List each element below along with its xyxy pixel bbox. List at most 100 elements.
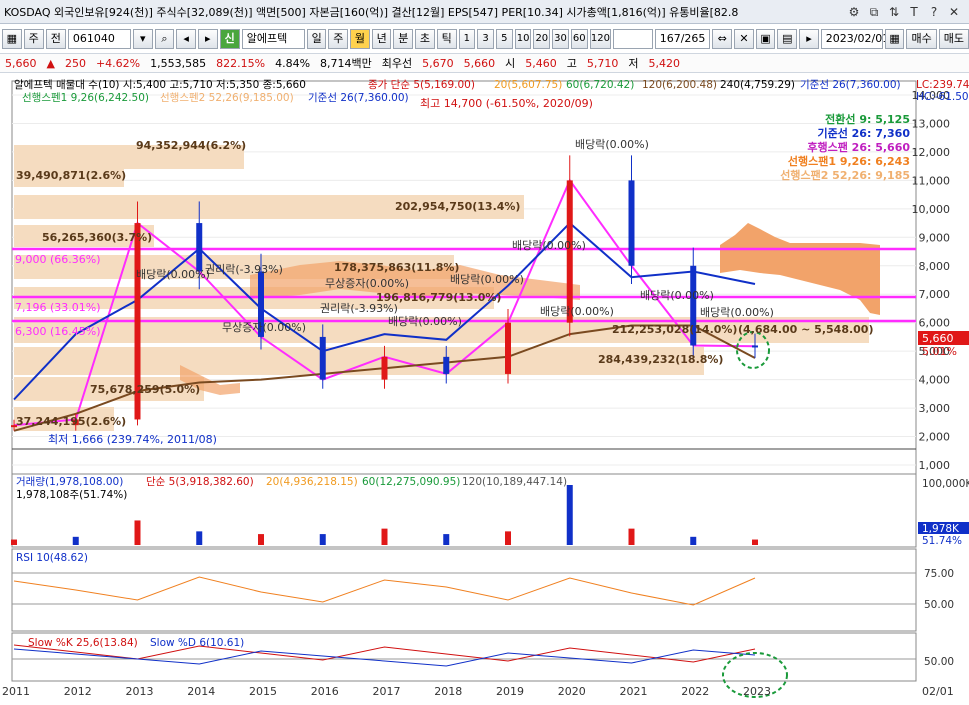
- div-label-5: 배당락(0.00%): [640, 289, 714, 302]
- price-axis-label: 13,000: [912, 117, 951, 130]
- stoch-legend-d: Slow %D 6(10.61): [150, 637, 244, 649]
- legend-lead1: 선행스펜1 9,26(6,242.50): [22, 92, 149, 104]
- volume-bar: [628, 528, 635, 545]
- vp-label-4: 56,265,360(3.7%): [42, 231, 152, 244]
- interval-120[interactable]: 120: [589, 29, 612, 49]
- close-icon[interactable]: ✕: [945, 3, 963, 21]
- volume-legend-ma120: 120(10,189,447.14): [462, 476, 567, 488]
- candle-body: [196, 223, 203, 272]
- div-label-6: 배당락(0.00%): [700, 306, 774, 319]
- market-select[interactable]: 주: [23, 29, 44, 49]
- rights-label-1: 권리락(-3.93%): [205, 263, 283, 276]
- chart-area[interactable]: 14,000 13,000 12,000 11,000 10,000 9,000 8,000…: [0, 75, 969, 705]
- tab-month[interactable]: 월: [350, 29, 370, 49]
- tab-year[interactable]: 년: [371, 29, 392, 49]
- volume-bar: [505, 531, 511, 545]
- fit-icon[interactable]: ⇔: [712, 29, 733, 49]
- div-label-1: 배당락(0.00%): [575, 138, 649, 151]
- copy-icon[interactable]: ⧉: [865, 3, 883, 21]
- rsi-axis-75: 75.00: [924, 568, 954, 580]
- lock-icon[interactable]: ▣: [755, 29, 776, 49]
- best-ask: 5,670: [422, 56, 454, 70]
- x-axis-label: 2022: [681, 685, 709, 698]
- vp-label-8: 284,439,232(18.8%): [598, 353, 723, 366]
- low-price: 5,420: [648, 56, 681, 70]
- bonus-label-1: 무상증자(0.00%): [325, 277, 409, 290]
- volume-legend-main: 거래량(1,978,108.00): [16, 476, 123, 488]
- stock-chart[interactable]: 14,00013,00012,00011,00010,0009,0008,000…: [0, 75, 969, 705]
- interval-60[interactable]: 60: [570, 29, 588, 49]
- rsi-axis-50: 50.00: [924, 599, 954, 611]
- volume-bar: [196, 531, 203, 545]
- stock-info-text: KOSDAQ 외국인보유[924(천)] 주식수[32,089(천)] 액면[5…: [4, 5, 739, 19]
- buy-button[interactable]: 매수: [906, 29, 937, 49]
- cross-icon[interactable]: ✕: [734, 29, 754, 49]
- settings-icon[interactable]: ⚙: [845, 3, 863, 21]
- rights-label-2: 권리락(-3.93%): [320, 302, 398, 315]
- volume-legend-ma5: 단순 5(3,918,382.60): [146, 476, 254, 488]
- interval-30[interactable]: 30: [552, 29, 569, 49]
- dropdown-icon[interactable]: ▾: [132, 29, 153, 49]
- change-rate: +4.62%: [95, 56, 141, 70]
- interval-3[interactable]: 3: [477, 29, 494, 49]
- x-axis-label: 2015: [249, 685, 277, 698]
- x-axis-label: 2011: [2, 685, 30, 698]
- volume-legend-ma60: 60(12,275,090.95): [362, 476, 460, 488]
- sell-button[interactable]: 매도: [938, 29, 969, 49]
- interval-10[interactable]: 10: [514, 29, 532, 49]
- lead-span2-label: 선행스팬2 52,26: 9,185: [780, 168, 910, 182]
- rsi-legend: RSI 10(48.62): [16, 552, 88, 564]
- quote-bar: 5,660 ▲ 250 +4.62% 1,553,585 822.15% 4.8…: [0, 53, 969, 73]
- volume-bar: [134, 520, 141, 545]
- tab-tick[interactable]: 틱: [436, 29, 457, 49]
- vp-label-3: 202,954,750(13.4%): [395, 200, 520, 213]
- sort-icon[interactable]: ⇅: [885, 3, 903, 21]
- tab-second[interactable]: 초: [415, 29, 435, 49]
- count-field[interactable]: 167/265: [654, 29, 711, 49]
- vp-label-2: 39,490,871(2.6%): [16, 169, 126, 182]
- interval-20[interactable]: 20: [533, 29, 551, 49]
- prev-icon[interactable]: ▸: [197, 29, 218, 49]
- x-axis-label: 2013: [126, 685, 154, 698]
- volume-bar: [319, 534, 326, 545]
- stock-code-input[interactable]: 061040: [67, 29, 131, 49]
- interval-5[interactable]: 5: [495, 29, 513, 49]
- legend-base: 기준선 26(7,360.00): [800, 79, 901, 91]
- level-7196: 7,196 (33.01%): [15, 301, 101, 314]
- help-icon[interactable]: ?: [925, 3, 943, 21]
- stoch-axis-50: 50.00: [924, 656, 954, 668]
- grid-icon[interactable]: ▦: [2, 29, 22, 49]
- play-icon[interactable]: ▸: [799, 29, 819, 49]
- volume-axis-top: 100,000K: [922, 478, 969, 490]
- turnover-rate: 4.84%: [275, 56, 311, 70]
- date-input[interactable]: 2023/02/01: [820, 29, 889, 49]
- stoch-legend-k: Slow %K 25,6(13.84): [28, 637, 138, 649]
- period-select[interactable]: 전: [45, 29, 66, 49]
- div-label-8: 배당락(0.00%): [540, 305, 614, 318]
- candle-body: [505, 322, 511, 374]
- tab-minute[interactable]: 분: [393, 29, 414, 49]
- interval-input[interactable]: [613, 29, 653, 49]
- text-icon[interactable]: T: [905, 3, 923, 21]
- volume-bar: [11, 539, 17, 545]
- x-axis-label: 2023: [743, 685, 771, 698]
- price-axis-label: 2,000: [919, 431, 951, 444]
- tab-week[interactable]: 주: [328, 29, 349, 49]
- x-axis-label: 2020: [558, 685, 586, 698]
- pct-tag: 5.01%: [922, 345, 957, 358]
- volume-bar: [566, 485, 573, 545]
- low-annotation: 최저 1,666 (239.74%, 2011/08): [48, 433, 217, 446]
- tab-day[interactable]: 일: [306, 29, 327, 49]
- interval-1[interactable]: 1: [458, 29, 476, 49]
- vp-label-1: 94,352,944(6.2%): [136, 139, 246, 152]
- calendar-icon[interactable]: ▦: [884, 29, 905, 49]
- new-badge: 신: [219, 29, 240, 49]
- best-label: 최우선: [381, 57, 413, 70]
- x-axis-label: 2014: [187, 685, 215, 698]
- vp-label-7: 212,253,028(14.0%): [612, 323, 737, 336]
- speaker-icon[interactable]: ◂: [176, 29, 196, 49]
- x-axis-label: 2017: [373, 685, 401, 698]
- legend-ma5: 종가 단순 5(5,169.00): [368, 79, 475, 91]
- save-icon[interactable]: ▤: [777, 29, 798, 49]
- search-icon[interactable]: ⌕: [154, 29, 175, 49]
